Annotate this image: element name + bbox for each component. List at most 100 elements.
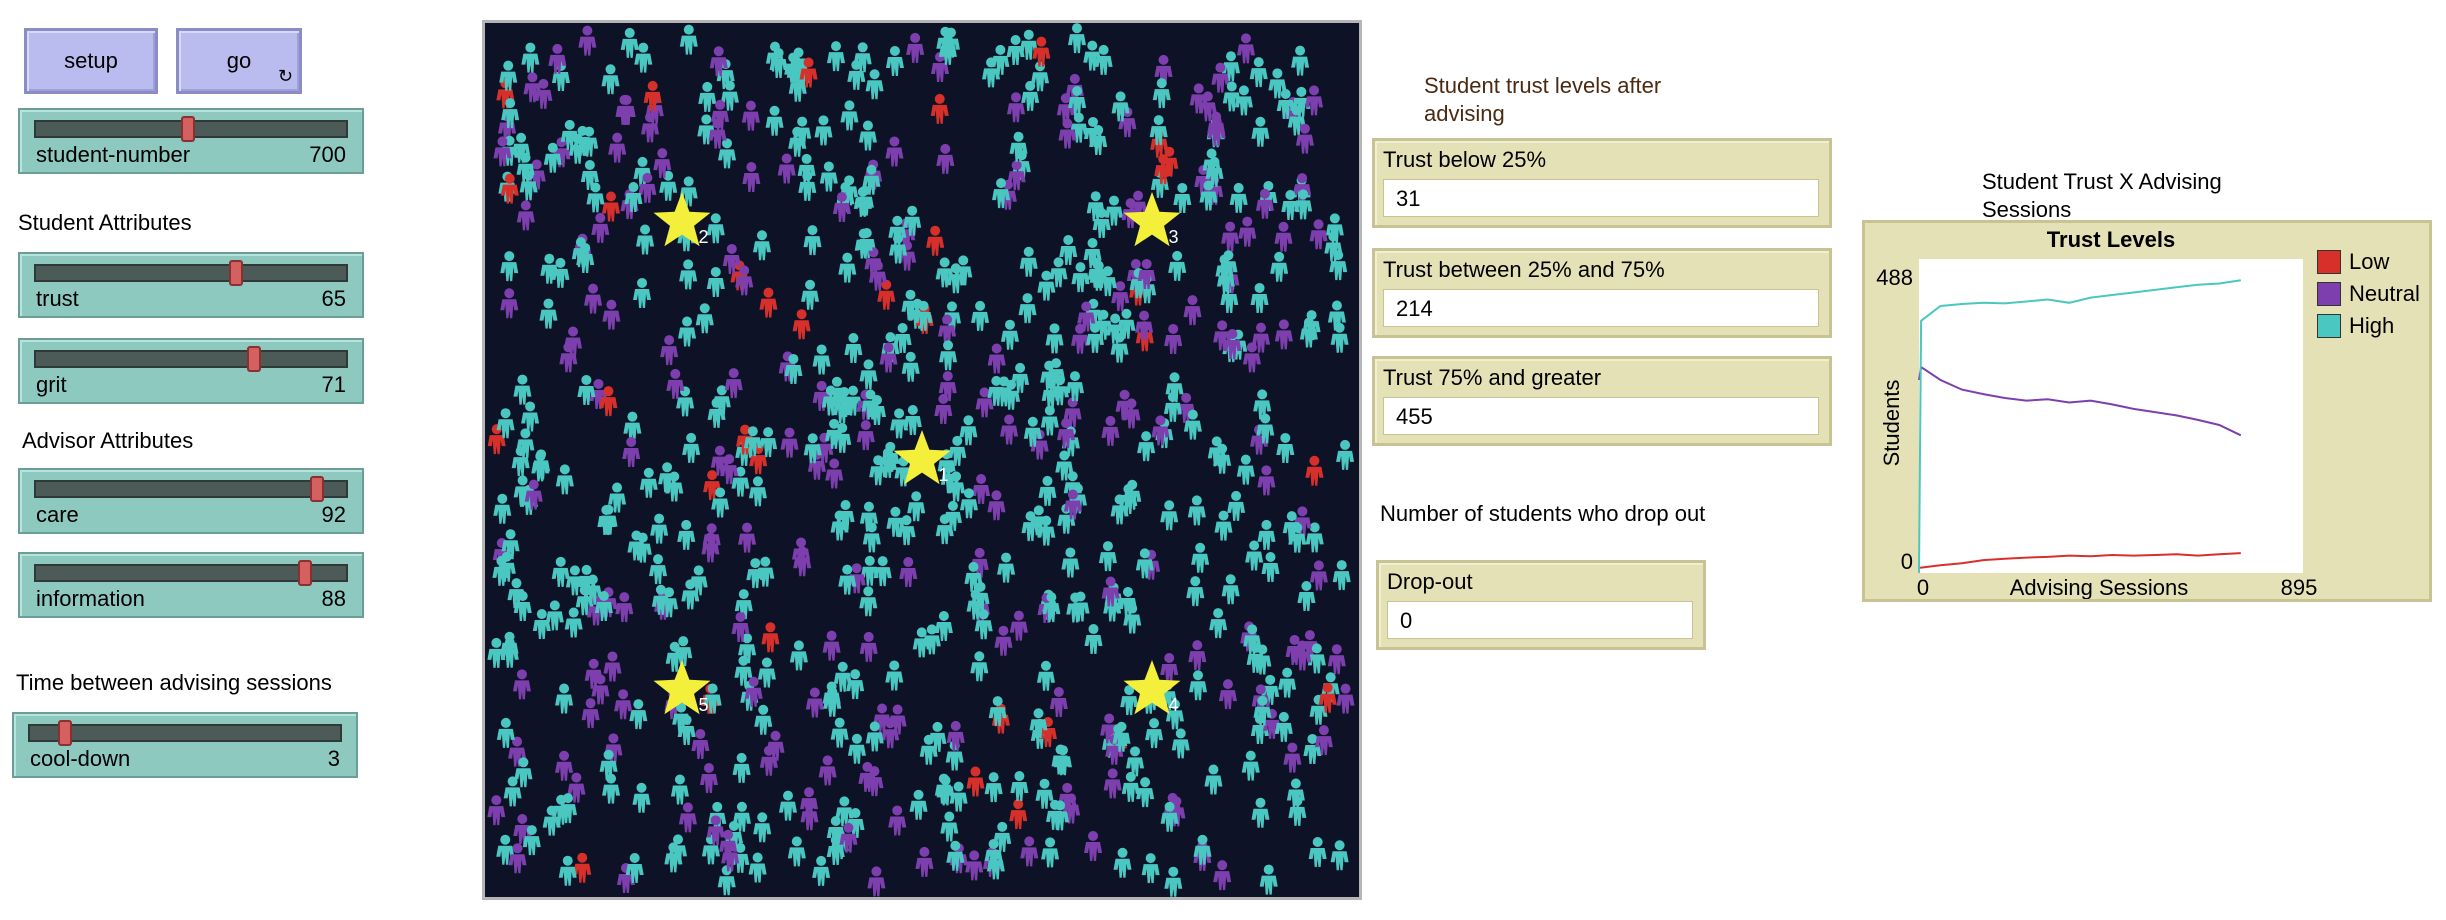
student-agent — [636, 224, 655, 255]
slider-label: grit — [36, 372, 67, 397]
student-agent — [906, 32, 925, 63]
student-agent — [564, 607, 583, 638]
student-agent — [555, 750, 574, 781]
student-agent — [761, 622, 780, 653]
student-agent — [1000, 414, 1019, 445]
student-agent — [555, 464, 574, 495]
slider-student-number[interactable]: student-number 700 — [18, 108, 364, 174]
student-agent — [780, 427, 799, 458]
go-button[interactable]: go ↻ — [176, 28, 302, 94]
slider-track[interactable] — [34, 264, 348, 282]
student-agent — [885, 660, 904, 691]
student-agent — [1171, 728, 1190, 759]
student-agent — [500, 288, 519, 319]
slider-knob[interactable] — [298, 560, 312, 586]
student-agent — [1098, 541, 1117, 572]
advisor-id-label: 5 — [699, 695, 709, 715]
setup-button[interactable]: setup — [24, 28, 158, 94]
student-agent — [847, 733, 866, 764]
legend-swatch-high — [2317, 314, 2341, 338]
student-agent — [997, 552, 1016, 583]
student-agent — [591, 212, 610, 243]
student-agent — [1221, 221, 1240, 252]
slider-track[interactable] — [28, 724, 342, 742]
student-agent — [1245, 540, 1264, 571]
student-agent — [1251, 797, 1270, 828]
student-agent — [1283, 742, 1302, 773]
student-agent — [970, 651, 989, 682]
student-agent — [936, 143, 955, 174]
student-agent — [1221, 574, 1240, 605]
slider-track[interactable] — [34, 480, 348, 498]
student-agent — [608, 132, 627, 163]
slider-care[interactable]: care 92 — [18, 468, 364, 534]
student-agent — [1330, 840, 1349, 871]
student-agent — [1061, 547, 1080, 578]
student-agent — [909, 789, 928, 820]
student-agent — [753, 812, 772, 843]
student-agent — [1084, 624, 1103, 655]
student-agent — [766, 730, 785, 761]
student-agent — [496, 717, 515, 748]
student-agent — [825, 458, 844, 489]
student-agent — [1276, 432, 1295, 463]
student-agent — [778, 790, 797, 821]
student-agent — [487, 795, 506, 826]
student-agent — [695, 303, 714, 334]
student-agent — [901, 351, 920, 382]
student-agent — [1113, 847, 1132, 878]
slider-track[interactable] — [34, 350, 348, 368]
student-agent — [1257, 465, 1276, 496]
slider-trust[interactable]: trust 65 — [18, 252, 364, 318]
world-view[interactable]: 1 2 3 4 5 — [482, 20, 1362, 900]
slider-cool-down[interactable]: cool-down 3 — [12, 712, 358, 778]
monitor-value: 214 — [1383, 289, 1819, 327]
slider-knob[interactable] — [229, 260, 243, 286]
student-agent — [823, 686, 842, 717]
slider-knob[interactable] — [310, 476, 324, 502]
student-agent — [1249, 57, 1268, 88]
slider-knob[interactable] — [247, 346, 261, 372]
advisor-id-label: 2 — [699, 227, 709, 247]
student-agent — [679, 259, 698, 290]
student-agent — [699, 763, 718, 794]
slider-value: 71 — [321, 372, 346, 397]
student-agent — [1041, 837, 1060, 868]
slider-grit[interactable]: grit 71 — [18, 338, 364, 404]
student-agent — [1049, 687, 1068, 718]
student-agent — [754, 704, 773, 735]
student-agent — [965, 850, 984, 881]
student-agent — [603, 651, 622, 682]
slider-value: 700 — [309, 142, 346, 167]
student-agent — [543, 142, 562, 173]
student-agent — [1229, 182, 1248, 213]
student-agent — [677, 519, 696, 550]
slider-knob[interactable] — [58, 720, 72, 746]
monitor-value: 455 — [1383, 397, 1819, 435]
slider-label: student-number — [36, 142, 191, 167]
student-agent — [930, 93, 949, 124]
student-agent — [551, 257, 570, 288]
student-agent — [899, 557, 918, 588]
slider-label: care — [36, 502, 79, 527]
student-agent — [540, 253, 559, 284]
student-agent — [890, 408, 909, 439]
slider-knob[interactable] — [181, 116, 195, 142]
student-agent — [830, 717, 849, 748]
student-agent — [759, 287, 778, 318]
student-agent — [629, 699, 648, 730]
legend-low: Low — [2317, 249, 2389, 275]
student-agent — [826, 41, 845, 72]
student-agent — [867, 866, 886, 897]
student-agent — [679, 24, 698, 55]
student-agent — [516, 200, 535, 231]
student-agent — [632, 782, 651, 813]
student-agent — [940, 811, 959, 842]
student-agent — [1020, 836, 1039, 867]
world-canvas: 1 2 3 4 5 — [487, 23, 1355, 897]
student-agent — [1009, 799, 1028, 830]
student-agent — [1291, 45, 1310, 76]
student-agent — [777, 153, 796, 184]
slider-information[interactable]: information 88 — [18, 552, 364, 618]
monitor-label: Trust between 25% and 75% — [1383, 257, 1665, 282]
